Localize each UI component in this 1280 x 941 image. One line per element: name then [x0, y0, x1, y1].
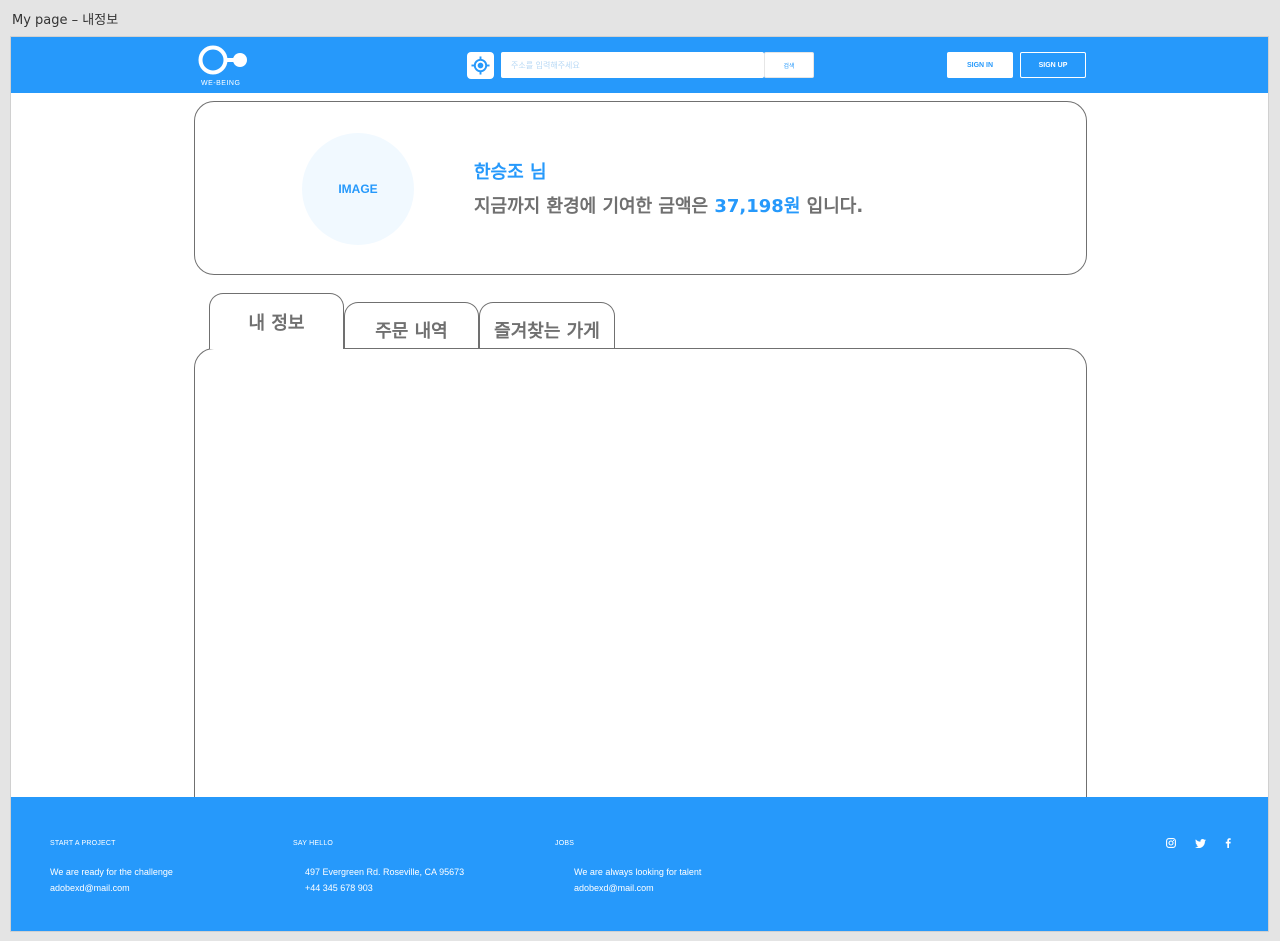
- contribution-suffix: 입니다.: [800, 196, 864, 217]
- logo[interactable]: WE-BEING: [197, 43, 253, 89]
- footer: START A PROJECT We are ready for the cha…: [11, 797, 1268, 931]
- footer-jobs-text: We are always looking for talent: [574, 867, 702, 877]
- tab-favorite-stores[interactable]: 즐겨찾는 가게: [479, 302, 615, 349]
- instagram-icon[interactable]: [1165, 837, 1177, 849]
- footer-project-text: We are ready for the challenge: [50, 867, 173, 877]
- contribution-prefix: 지금까지 환경에 기여한 금액은: [474, 196, 715, 217]
- header: WE-BEING 검색 SIGN IN SIGN UP: [11, 37, 1268, 93]
- location-button[interactable]: [467, 52, 494, 79]
- footer-heading-hello: SAY HELLO: [293, 840, 334, 847]
- footer-address: 497 Evergreen Rd. Roseville, CA 95673: [305, 867, 465, 877]
- sign-up-button[interactable]: SIGN UP: [1020, 52, 1086, 78]
- twitter-icon[interactable]: [1194, 837, 1206, 849]
- contribution-text: 지금까지 환경에 기여한 금액은 37,198원 입니다.: [474, 192, 863, 218]
- logo-icon: [198, 45, 247, 75]
- artboard-title: My page – 내정보: [12, 13, 119, 28]
- footer-heading-project: START A PROJECT: [50, 840, 116, 847]
- location-target-icon: [471, 56, 490, 75]
- profile-card: IMAGE 한승조 님 지금까지 환경에 기여한 금액은 37,198원 입니다…: [194, 101, 1087, 275]
- footer-project-email[interactable]: adobexd@mail.com: [50, 883, 130, 893]
- avatar-placeholder-label: IMAGE: [338, 182, 378, 196]
- tab-content-panel: [194, 348, 1087, 848]
- page-frame: WE-BEING 검색 SIGN IN SIGN UP IMAGE 한승조 님 …: [10, 36, 1269, 932]
- footer-jobs-email[interactable]: adobexd@mail.com: [574, 883, 654, 893]
- logo-text: WE-BEING: [201, 80, 241, 87]
- facebook-icon[interactable]: [1222, 837, 1234, 849]
- footer-heading-jobs: JOBS: [555, 840, 575, 847]
- tab-my-info[interactable]: 내 정보: [209, 293, 344, 349]
- tab-order-history[interactable]: 주문 내역: [344, 302, 479, 349]
- address-search-input[interactable]: [501, 52, 764, 78]
- search-button[interactable]: 검색: [764, 52, 814, 78]
- contribution-amount: 37,198원: [714, 196, 801, 217]
- user-name: 한승조 님: [474, 162, 547, 183]
- footer-phone[interactable]: +44 345 678 903: [305, 883, 373, 893]
- avatar: IMAGE: [302, 133, 414, 245]
- sign-in-button[interactable]: SIGN IN: [947, 52, 1013, 78]
